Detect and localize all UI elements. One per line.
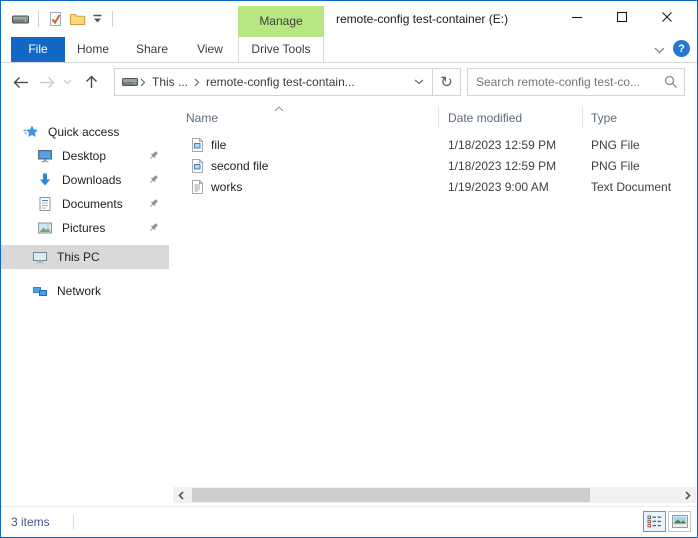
pin-icon (148, 150, 159, 164)
expand-ribbon-chevron-icon[interactable] (649, 41, 669, 59)
column-headers: Name Date modified Type (171, 105, 696, 131)
maximize-button[interactable] (599, 1, 644, 33)
address-bar[interactable]: This ... remote-config test-contain... ↻ (114, 68, 461, 96)
breadcrumb-current-folder[interactable]: remote-config test-contain... (202, 75, 359, 89)
close-button[interactable] (644, 1, 689, 33)
search-icon[interactable] (658, 75, 684, 89)
pin-icon (148, 222, 159, 236)
sidebar-item-label: Documents (62, 197, 123, 211)
tab-view[interactable]: View (185, 37, 235, 62)
drive-icon (122, 76, 138, 88)
sort-ascending-icon[interactable] (274, 101, 284, 115)
column-header-date-modified[interactable]: Date modified (448, 111, 522, 125)
breadcrumb-chevron-icon[interactable] (138, 78, 148, 87)
file-type: Text Document (591, 180, 672, 194)
back-button[interactable] (9, 63, 33, 101)
minimize-button[interactable] (554, 1, 599, 33)
breadcrumb-this-pc[interactable]: This ... (148, 75, 192, 89)
search-input[interactable] (468, 69, 658, 95)
sidebar-item-label: This PC (57, 250, 100, 264)
file-name[interactable]: works (211, 180, 242, 194)
sidebar-item-network[interactable]: Network (1, 279, 169, 303)
file-row[interactable]: file 1/18/2023 12:59 PM PNG File (171, 135, 696, 156)
breadcrumb: This ... remote-config test-contain... (115, 69, 406, 95)
sidebar-item-label: Pictures (62, 221, 106, 235)
customize-toolbar-button[interactable] (89, 12, 106, 26)
sidebar-item-pictures[interactable]: Pictures (1, 216, 169, 240)
horizontal-scrollbar[interactable] (173, 487, 696, 503)
desktop-icon (37, 148, 53, 164)
sidebar-item-quick-access[interactable]: Quick access (1, 120, 169, 144)
sidebar-item-label: Quick access (48, 125, 120, 139)
toolbar-divider (112, 11, 113, 27)
file-date-modified: 1/18/2023 12:59 PM (448, 159, 557, 173)
navigation-pane: Quick access Desktop Downloads Documents… (1, 101, 171, 505)
properties-button[interactable] (45, 9, 66, 30)
sidebar-item-this-pc[interactable]: This PC (1, 245, 169, 269)
column-divider[interactable] (438, 107, 439, 129)
scrollbar-thumb[interactable] (192, 488, 590, 502)
monitor-icon (32, 249, 48, 265)
image-file-icon (189, 137, 205, 156)
item-count: 3 items (11, 515, 50, 529)
file-type: PNG File (591, 159, 640, 173)
file-row[interactable]: works 1/19/2023 9:00 AM Text Document (171, 177, 696, 198)
thumbnail-view-button[interactable] (668, 511, 691, 532)
file-type: PNG File (591, 138, 640, 152)
sidebar-item-downloads[interactable]: Downloads (1, 168, 169, 192)
explorer-window: Manage remote-config test-container (E:)… (0, 0, 698, 538)
pin-icon (148, 174, 159, 188)
tab-file[interactable]: File (11, 37, 65, 62)
forward-button[interactable] (35, 63, 59, 101)
scroll-left-arrow-icon[interactable] (173, 487, 189, 503)
address-dropdown-chevron-icon[interactable] (406, 69, 432, 95)
sidebar-item-desktop[interactable]: Desktop (1, 144, 169, 168)
sidebar-item-documents[interactable]: Documents (1, 192, 169, 216)
help-button[interactable]: ? (673, 40, 690, 57)
downloads-arrow-icon (37, 172, 53, 188)
file-name[interactable]: file (211, 138, 226, 152)
contextual-group-manage[interactable]: Manage (238, 6, 324, 37)
file-date-modified: 1/18/2023 12:59 PM (448, 138, 557, 152)
image-file-icon (189, 158, 205, 177)
status-divider (73, 515, 74, 530)
drive-icon (9, 11, 32, 28)
column-header-type[interactable]: Type (591, 111, 617, 125)
quick-access-star-icon (23, 124, 39, 140)
network-icon (32, 283, 48, 299)
picture-icon (37, 220, 53, 236)
column-divider[interactable] (582, 107, 583, 129)
window-title: remote-config test-container (E:) (336, 12, 509, 26)
toolbar-divider (38, 11, 39, 27)
status-bar: 3 items (1, 506, 697, 537)
up-button[interactable] (79, 63, 103, 101)
search-box[interactable] (467, 68, 685, 96)
new-folder-button[interactable] (66, 10, 89, 28)
title-bar: Manage remote-config test-container (E:) (1, 1, 697, 37)
file-name[interactable]: second file (211, 159, 268, 173)
sidebar-item-label: Downloads (62, 173, 122, 187)
breadcrumb-chevron-icon[interactable] (192, 78, 202, 87)
pin-icon (148, 198, 159, 212)
refresh-button[interactable]: ↻ (432, 69, 460, 95)
recent-locations-chevron-icon[interactable] (59, 63, 75, 101)
file-date-modified: 1/19/2023 9:00 AM (448, 180, 549, 194)
details-view-button[interactable] (643, 511, 666, 532)
tab-share[interactable]: Share (125, 37, 179, 62)
sidebar-item-label: Desktop (62, 149, 107, 163)
ribbon-tab-strip: File Home Share View Drive Tools ? (1, 37, 697, 63)
file-row[interactable]: second file 1/18/2023 12:59 PM PNG File (171, 156, 696, 177)
tab-drive-tools[interactable]: Drive Tools (238, 37, 324, 62)
scroll-right-arrow-icon[interactable] (680, 487, 696, 503)
file-list-pane: Name Date modified Type file 1/18/2023 1… (171, 101, 696, 505)
address-row: This ... remote-config test-contain... ↻ (1, 63, 697, 101)
text-file-icon (189, 179, 205, 198)
column-header-name[interactable]: Name (186, 111, 218, 125)
tab-home[interactable]: Home (67, 37, 119, 62)
document-icon (37, 196, 53, 212)
quick-access-toolbar (9, 1, 119, 37)
window-controls (554, 1, 689, 33)
sidebar-item-label: Network (57, 284, 102, 298)
